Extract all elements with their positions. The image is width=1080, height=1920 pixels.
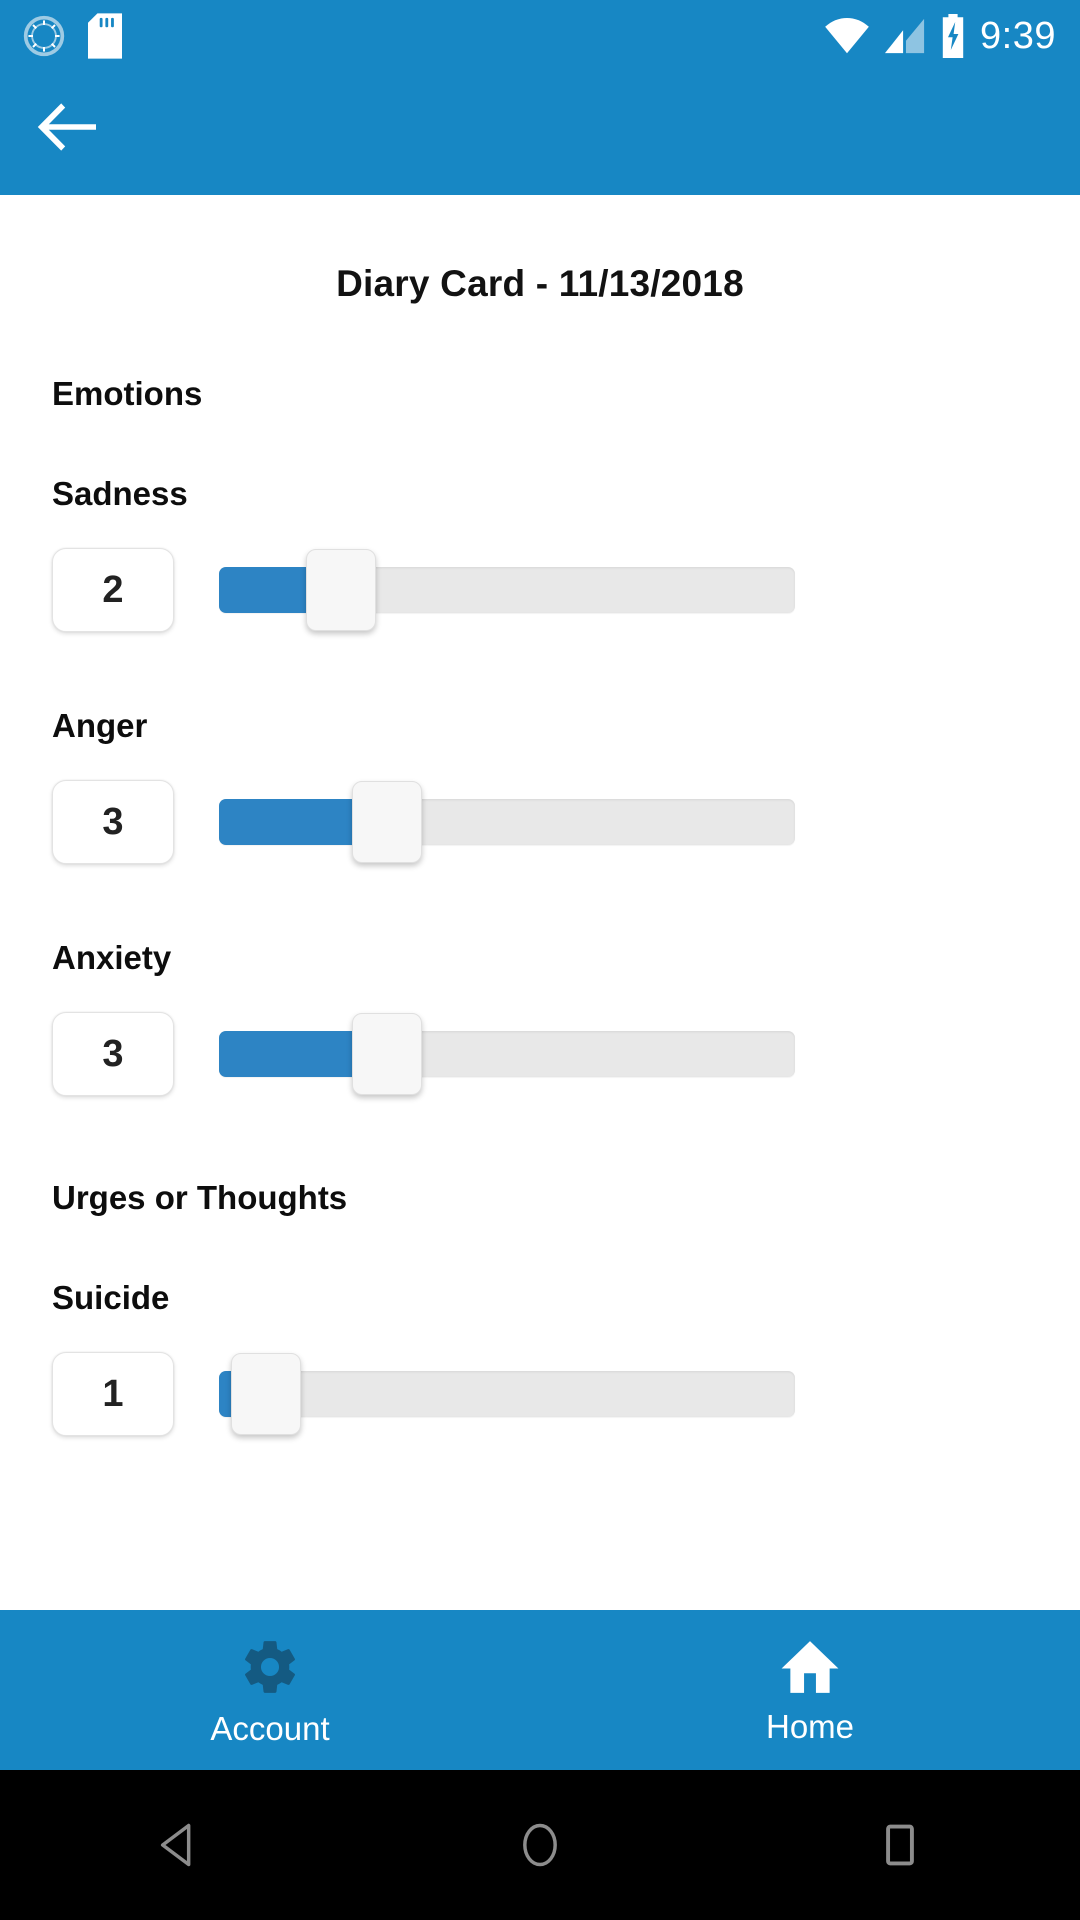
slider-item-anger: Anger 3 bbox=[0, 707, 1080, 877]
section-heading: Urges or Thoughts bbox=[52, 1179, 348, 1216]
section-emotions: Emotions Sadness 2 Anger 3 Anxiety 3 bbox=[0, 375, 1080, 1109]
slider-item-label: Anger bbox=[52, 707, 148, 744]
slider-item-anxiety: Anxiety 3 bbox=[0, 939, 1080, 1109]
sd-card-icon bbox=[88, 13, 122, 59]
slider-item-label: Suicide bbox=[52, 1279, 170, 1316]
battery-charging-icon bbox=[940, 14, 966, 58]
slider-row: 1 bbox=[0, 1339, 1080, 1449]
page-title: Diary Card - 11/13/2018 bbox=[336, 263, 744, 304]
back-arrow-icon bbox=[36, 101, 98, 153]
slider-thumb[interactable] bbox=[351, 1013, 422, 1095]
section-urges-or-thoughts: Urges or Thoughts Suicide 1 bbox=[0, 1179, 1080, 1449]
gear-icon bbox=[239, 1636, 301, 1698]
phone-screen: 9:39 Diary Card - 11/13/2018 Emotions Sa… bbox=[0, 0, 1080, 1920]
slider-suicide[interactable] bbox=[219, 1344, 795, 1444]
value-box-suicide[interactable]: 1 bbox=[52, 1352, 174, 1436]
tab-account[interactable]: Account bbox=[0, 1610, 540, 1770]
slider-anxiety[interactable] bbox=[219, 1004, 795, 1104]
slider-row: 2 bbox=[0, 535, 1080, 645]
android-system-nav bbox=[0, 1770, 1080, 1920]
status-bar-left-icons bbox=[0, 13, 122, 59]
tab-label-account: Account bbox=[210, 1709, 330, 1747]
tab-label-home: Home bbox=[765, 1707, 855, 1745]
slider-thumb[interactable] bbox=[305, 549, 376, 631]
tab-home[interactable]: Home bbox=[540, 1610, 1080, 1770]
slider-item-sadness: Sadness 2 bbox=[0, 475, 1080, 645]
slider-fill bbox=[219, 1031, 369, 1077]
section-heading: Emotions bbox=[52, 375, 203, 412]
value-box-anxiety[interactable]: 3 bbox=[52, 1012, 174, 1096]
alarm-icon bbox=[22, 14, 66, 58]
status-bar-clock: 9:39 bbox=[980, 15, 1056, 57]
slider-sadness[interactable] bbox=[219, 540, 795, 640]
slider-thumb[interactable] bbox=[230, 1353, 301, 1435]
status-bar-right-icons: 9:39 bbox=[824, 14, 1080, 58]
wifi-icon bbox=[824, 16, 870, 56]
value-box-sadness[interactable]: 2 bbox=[52, 548, 174, 632]
app-bar: 9:39 bbox=[0, 0, 1080, 195]
slider-item-suicide: Suicide 1 bbox=[0, 1279, 1080, 1449]
status-bar: 9:39 bbox=[0, 0, 1080, 72]
value-box-anger[interactable]: 3 bbox=[52, 780, 174, 864]
slider-track bbox=[219, 1371, 795, 1417]
slider-row: 3 bbox=[0, 767, 1080, 877]
slider-anger[interactable] bbox=[219, 772, 795, 872]
slider-item-label: Anxiety bbox=[52, 939, 172, 976]
home-icon bbox=[779, 1638, 841, 1696]
slider-fill bbox=[219, 799, 369, 845]
recents-square-icon[interactable] bbox=[840, 1800, 960, 1890]
slider-thumb[interactable] bbox=[351, 781, 422, 863]
bottom-tab-bar: Account Home bbox=[0, 1610, 1080, 1770]
cellular-signal-icon bbox=[884, 16, 926, 56]
diary-card-content[interactable]: Diary Card - 11/13/2018 Emotions Sadness… bbox=[0, 195, 1080, 1610]
slider-row: 3 bbox=[0, 999, 1080, 1109]
back-triangle-icon[interactable] bbox=[120, 1800, 240, 1890]
slider-item-label: Sadness bbox=[52, 475, 188, 512]
home-circle-icon[interactable] bbox=[480, 1800, 600, 1890]
back-button[interactable] bbox=[36, 96, 114, 158]
